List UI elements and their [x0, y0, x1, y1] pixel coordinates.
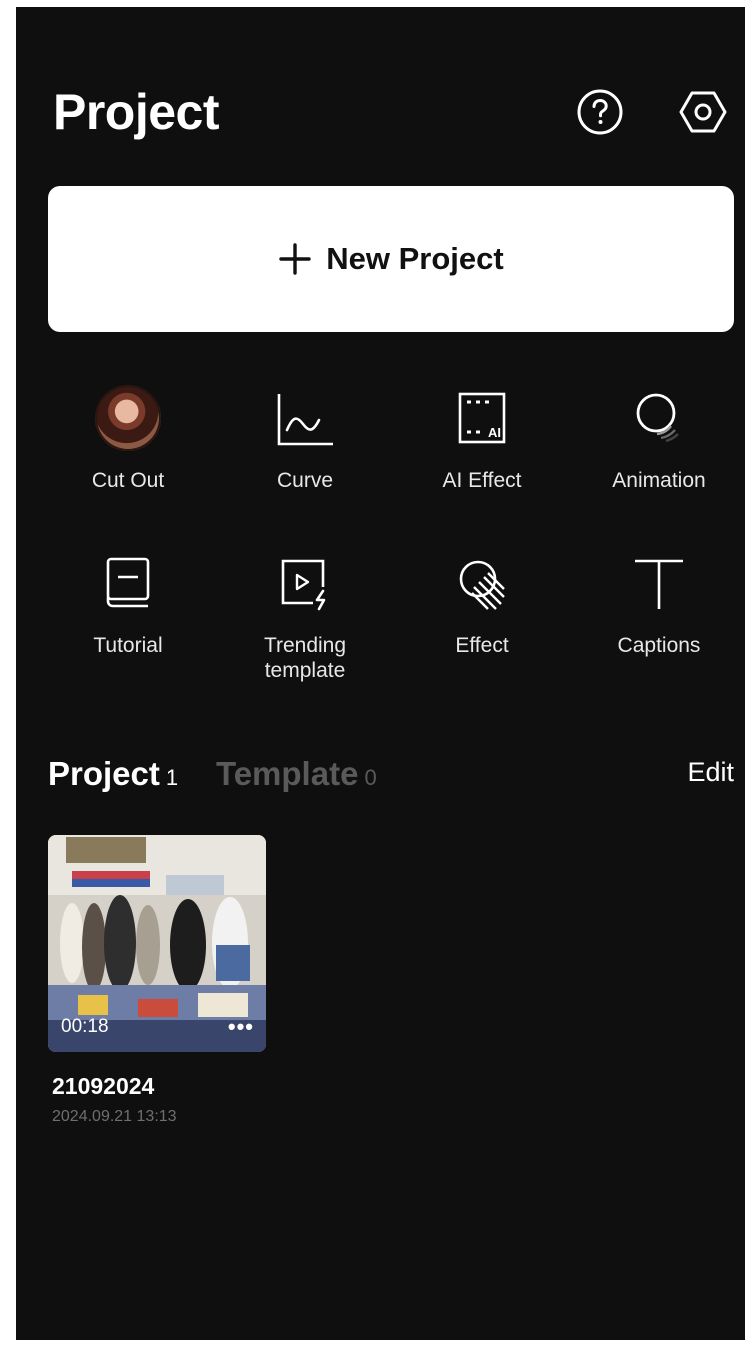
tool-label: Captions	[617, 634, 701, 657]
tool-tutorial[interactable]: Tutorial	[38, 547, 218, 658]
tool-label: Trending template	[263, 634, 347, 682]
tool-label: Tutorial	[93, 634, 163, 657]
edit-button[interactable]: Edit	[687, 757, 734, 788]
new-project-button[interactable]: New Project	[48, 186, 734, 332]
help-icon[interactable]	[575, 87, 625, 137]
tutorial-icon	[106, 557, 150, 608]
tool-label: Curve	[276, 469, 334, 492]
tool-curve[interactable]: Curve	[215, 382, 395, 493]
animation-icon	[636, 393, 679, 443]
tool-animation[interactable]: Animation	[569, 382, 745, 493]
settings-icon[interactable]	[678, 87, 728, 137]
tab-template[interactable]: Template 0	[216, 755, 377, 793]
tab-project-count: 1	[165, 765, 179, 790]
tool-captions[interactable]: Captions	[569, 547, 745, 658]
tab-template-label: Template	[216, 755, 359, 792]
tool-label: Animation	[612, 469, 706, 492]
captions-icon	[635, 559, 683, 609]
trending-template-icon	[281, 559, 326, 611]
project-duration: 00:18	[61, 1016, 109, 1037]
tool-cut-out[interactable]: Cut Out	[38, 382, 218, 493]
more-options-icon[interactable]: •••	[228, 1014, 254, 1040]
project-name: 21092024	[52, 1073, 155, 1099]
app-screen: Project New Project Cut Out Curve AI AI …	[16, 7, 745, 1340]
tool-effect[interactable]: Effect	[392, 547, 572, 658]
tool-label: AI Effect	[442, 469, 522, 492]
effect-icon	[459, 560, 505, 610]
cutout-avatar-icon	[95, 385, 161, 451]
tool-trending-template[interactable]: Trending template	[215, 547, 395, 683]
ai-effect-icon: AI	[458, 392, 506, 444]
tab-project[interactable]: Project 1	[48, 755, 178, 793]
tab-template-count: 0	[364, 765, 377, 790]
project-tabs: Project 1 Template 0 Edit	[48, 755, 738, 805]
curve-icon	[277, 394, 333, 446]
project-date: 2024.09.21 13:13	[52, 1108, 177, 1125]
project-card[interactable]: 00:18 ••• 21092024 2024.09.21 13:13	[48, 835, 266, 1126]
tool-ai-effect[interactable]: AI AI Effect	[392, 382, 572, 493]
tab-project-label: Project	[48, 755, 160, 792]
project-thumbnail[interactable]: 00:18 •••	[48, 835, 266, 1052]
plus-icon	[279, 243, 311, 275]
new-project-label: New Project	[326, 241, 504, 276]
page-title: Project	[53, 84, 220, 140]
tool-label: Cut Out	[91, 469, 165, 492]
tool-label: Effect	[455, 634, 509, 657]
